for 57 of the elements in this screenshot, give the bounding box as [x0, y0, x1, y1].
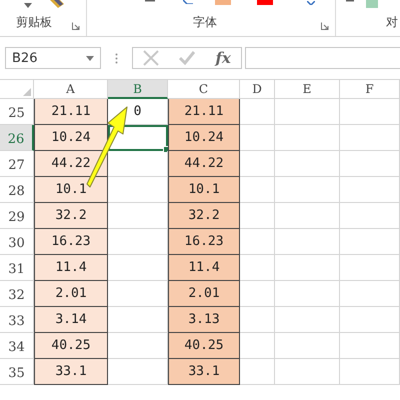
- table-cell[interactable]: 2.01: [34, 281, 108, 307]
- column-header[interactable]: C: [168, 80, 240, 99]
- table-cell[interactable]: 32.2: [168, 203, 240, 229]
- table-cell[interactable]: 11.4: [34, 255, 108, 281]
- table-cell[interactable]: 40.25: [34, 333, 108, 359]
- table-cell[interactable]: 16.23: [34, 229, 108, 255]
- drag-handle-icon[interactable]: [115, 52, 118, 64]
- table-cell[interactable]: 2.01: [168, 281, 240, 307]
- column-header[interactable]: B: [108, 80, 168, 99]
- table-cell[interactable]: 3.13: [168, 307, 240, 333]
- check-icon[interactable]: [179, 51, 196, 65]
- column-header[interactable]: E: [275, 80, 340, 99]
- corner-triangle-icon[interactable]: [23, 88, 31, 96]
- table-cell[interactable]: 16.23: [168, 229, 240, 255]
- row-header[interactable]: 26: [0, 125, 34, 151]
- table-cell[interactable]: 33.1: [168, 359, 240, 385]
- table-cell[interactable]: 11.4: [168, 255, 240, 281]
- dialog-launcher-icon[interactable]: [72, 22, 80, 30]
- formula-input[interactable]: [245, 47, 400, 69]
- table-cell[interactable]: 44.22: [168, 151, 240, 177]
- table-cell[interactable]: 10.1: [168, 177, 240, 203]
- font-color-icon[interactable]: [257, 0, 273, 5]
- row-header[interactable]: 29: [0, 203, 34, 229]
- paintbrush-icon[interactable]: [48, 0, 66, 10]
- column-header[interactable]: F: [340, 80, 400, 99]
- cancel-icon[interactable]: [143, 50, 160, 66]
- row-header[interactable]: 34: [0, 333, 34, 359]
- dropdown-caret-icon[interactable]: [86, 56, 94, 60]
- name-box[interactable]: B26: [5, 47, 101, 69]
- insert-function-button[interactable]: fx: [215, 49, 231, 67]
- table-cell[interactable]: 32.2: [34, 203, 108, 229]
- row-header[interactable]: 31: [0, 255, 34, 281]
- table-cell[interactable]: 21.11: [34, 99, 108, 125]
- row-header[interactable]: 25: [0, 99, 34, 125]
- dropdown-caret-icon[interactable]: [24, 3, 32, 8]
- column-header[interactable]: D: [240, 80, 275, 99]
- table-cell[interactable]: 10.24: [168, 125, 240, 151]
- row-header[interactable]: 32: [0, 281, 34, 307]
- group-label: 剪贴板: [16, 14, 52, 31]
- row-header[interactable]: 35: [0, 359, 34, 385]
- table-cell[interactable]: 10.24: [34, 125, 108, 151]
- table-cell[interactable]: 44.22: [34, 151, 108, 177]
- group-label: 字体: [193, 14, 217, 31]
- table-cell[interactable]: 33.1: [34, 359, 108, 385]
- select-all-corner[interactable]: [0, 80, 34, 99]
- table-cell[interactable]: 10.1: [34, 177, 108, 203]
- row-header[interactable]: 33: [0, 307, 34, 333]
- fill-color-icon[interactable]: [215, 0, 231, 5]
- dialog-launcher-icon[interactable]: [321, 22, 329, 30]
- row-header[interactable]: 28: [0, 177, 34, 203]
- row-header[interactable]: 27: [0, 151, 34, 177]
- table-cell[interactable]: 3.14: [34, 307, 108, 333]
- row-header[interactable]: 30: [0, 229, 34, 255]
- column-header[interactable]: A: [34, 80, 108, 99]
- table-cell[interactable]: 21.11: [168, 99, 240, 125]
- table-cell[interactable]: 40.25: [168, 333, 240, 359]
- group-label: 对: [386, 14, 398, 31]
